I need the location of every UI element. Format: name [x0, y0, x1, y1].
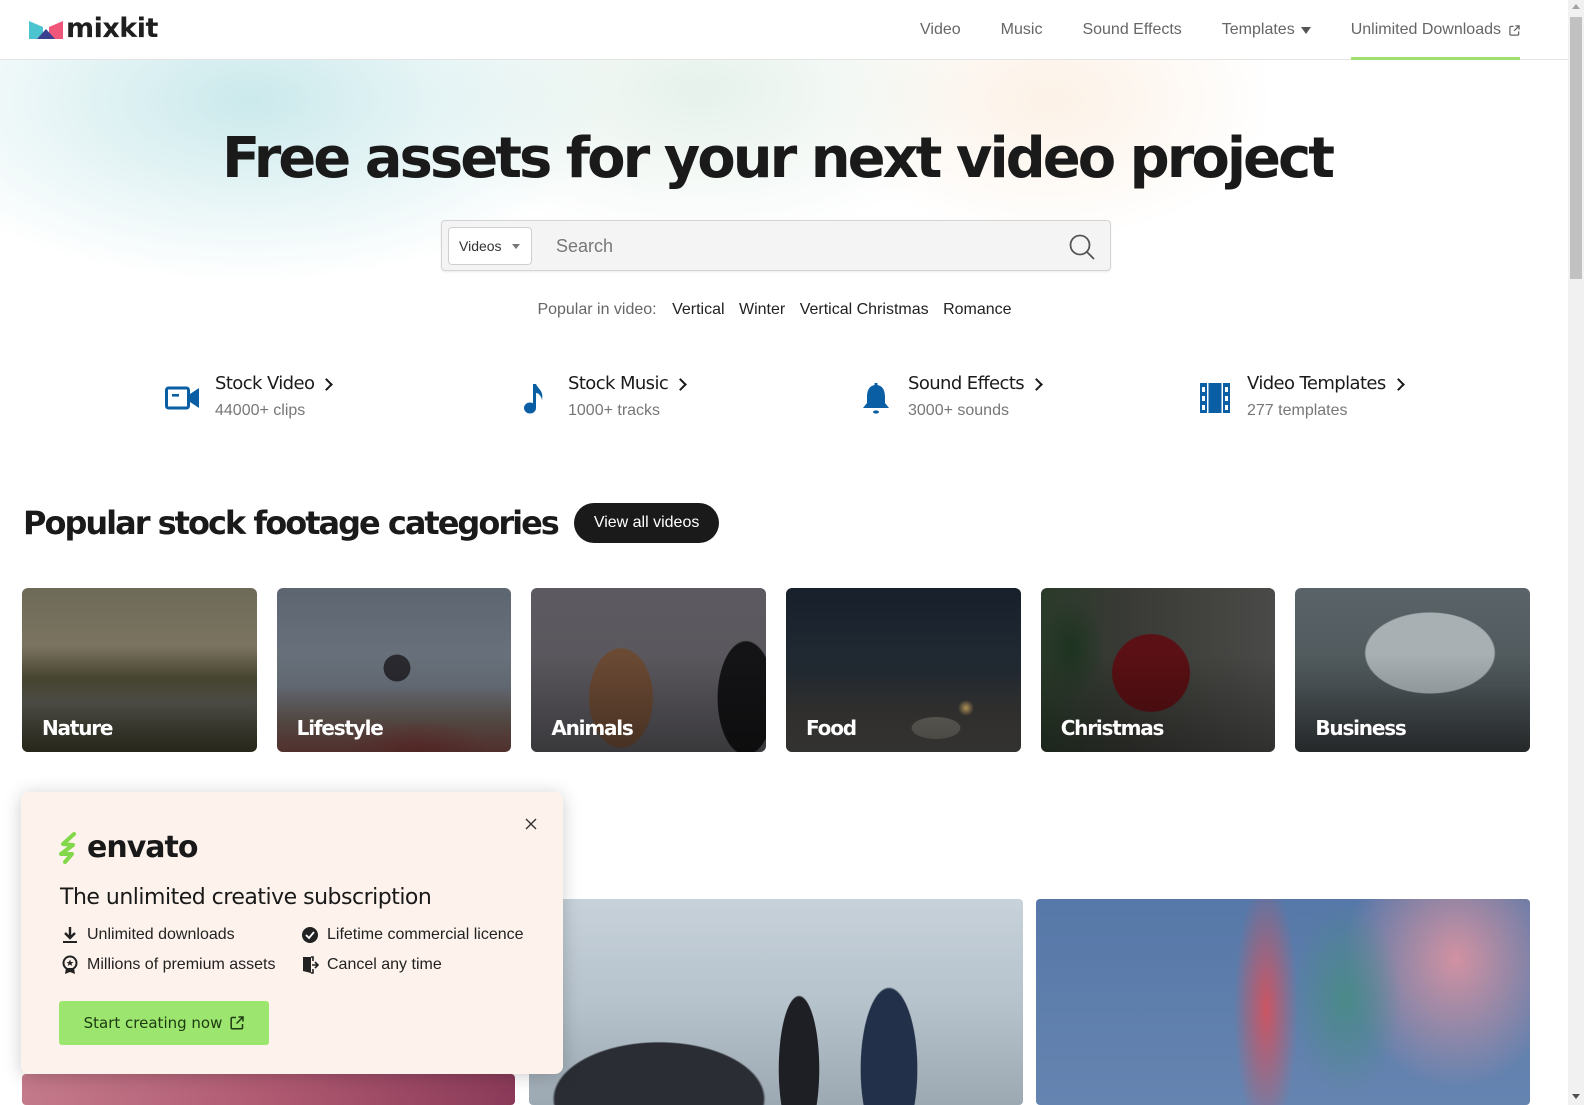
view-all-videos-button[interactable]: View all videos — [573, 503, 720, 543]
download-icon — [63, 927, 77, 943]
site-header: mixkit Video Music Sound Effects Templat… — [0, 0, 1568, 60]
asset-subtitle: 1000+ tracks — [568, 402, 661, 419]
popular-searches: Popular in video: Vertical Winter Vertic… — [0, 301, 1554, 319]
search-bar: Videos — [441, 220, 1111, 271]
video-camera-icon — [165, 386, 199, 410]
main-nav: Video Music Sound Effects Templates Unli… — [880, 0, 1521, 60]
video-thumbnail[interactable] — [529, 899, 1023, 1105]
logo-text: mixkit — [66, 13, 158, 44]
popular-tag[interactable]: Romance — [943, 301, 1011, 318]
promo-feature-label: Unlimited downloads — [87, 926, 235, 943]
search-icon[interactable] — [1068, 233, 1096, 261]
nav-unlimited-downloads[interactable]: Unlimited Downloads — [1350, 0, 1521, 60]
nav-templates-label: Templates — [1221, 21, 1295, 38]
scroll-thumb[interactable] — [1570, 17, 1582, 279]
external-link-icon — [1509, 24, 1520, 36]
start-creating-label: Start creating now — [83, 1014, 223, 1032]
categories-title: Popular stock footage categories — [23, 504, 560, 542]
asset-stock-video[interactable]: Stock Video 44000+ clips — [165, 372, 334, 420]
envato-leaf-icon — [59, 831, 76, 864]
hero-title: Free assets for your next video project — [222, 126, 1335, 191]
envato-promo-popup: envato The unlimited creative subscripti… — [21, 792, 563, 1074]
envato-brand-text: envato — [87, 830, 198, 865]
asset-title: Sound Effects — [908, 372, 1043, 396]
asset-stock-music[interactable]: Stock Music 1000+ tracks — [518, 372, 688, 420]
popular-tag[interactable]: Vertical Christmas — [800, 301, 929, 318]
category-label: Food — [806, 716, 857, 740]
asset-title: Video Templates — [1247, 372, 1405, 396]
bell-icon — [863, 383, 889, 414]
asset-sound-effects[interactable]: Sound Effects 3000+ sounds — [858, 372, 1043, 420]
category-label: Christmas — [1060, 716, 1165, 740]
nav-video-label: Video — [920, 21, 961, 38]
asset-subtitle: 3000+ sounds — [908, 402, 1009, 419]
music-note-icon — [524, 384, 543, 414]
chevron-right-icon — [674, 377, 688, 391]
envato-logo: envato — [59, 830, 198, 865]
category-label: Business — [1315, 716, 1406, 740]
promo-feature: Unlimited downloads — [61, 925, 301, 945]
promo-features: Unlimited downloads Lifetime commercial … — [61, 925, 541, 975]
nav-templates[interactable]: Templates — [1222, 0, 1311, 60]
category-label: Lifestyle — [296, 716, 384, 740]
promo-feature: Lifetime commercial licence — [301, 925, 541, 945]
video-thumbnail[interactable] — [22, 1074, 515, 1105]
exit-door-icon — [303, 956, 319, 974]
chevron-right-icon — [1030, 377, 1043, 391]
asset-subtitle: 44000+ clips — [215, 402, 306, 419]
scroll-up-arrow-icon[interactable] — [1572, 4, 1580, 9]
close-icon[interactable] — [523, 816, 539, 832]
nav-sound-effects-label: Sound Effects — [1082, 21, 1182, 38]
category-grid: Nature Lifestyle Animals Food Christmas … — [22, 588, 1531, 752]
chevron-right-icon — [1391, 377, 1405, 391]
categories-header: Popular stock footage categories View al… — [23, 503, 720, 543]
promo-title: The unlimited creative subscription — [60, 885, 432, 910]
asset-title: Stock Video — [215, 372, 334, 396]
check-badge-icon — [302, 927, 318, 943]
page-scrollbar[interactable] — [1568, 0, 1584, 1105]
nav-music-label: Music — [1000, 21, 1043, 38]
nav-unlimited-downloads-label: Unlimited Downloads — [1350, 21, 1501, 38]
asset-video-templates[interactable]: Video Templates 277 templates — [1197, 372, 1405, 420]
nav-music[interactable]: Music — [1001, 0, 1043, 60]
search-category-value: Videos — [459, 238, 502, 254]
caret-down-icon — [1300, 26, 1311, 34]
category-card-business[interactable]: Business — [1295, 588, 1531, 752]
film-strip-icon — [1200, 383, 1230, 413]
search-category-select[interactable]: Videos — [448, 227, 532, 265]
mixkit-logo[interactable]: mixkit — [29, 14, 158, 44]
asset-subtitle: 277 templates — [1247, 402, 1348, 419]
award-icon — [62, 955, 78, 974]
asset-types: Stock Video 44000+ clips Stock Music 100… — [0, 372, 1568, 432]
category-card-christmas[interactable]: Christmas — [1040, 588, 1276, 752]
popular-label: Popular in video: — [537, 301, 657, 318]
caret-down-icon — [511, 243, 520, 249]
category-card-food[interactable]: Food — [786, 588, 1021, 752]
category-label: Nature — [42, 716, 113, 740]
start-creating-button[interactable]: Start creating now — [59, 1001, 269, 1045]
external-link-icon — [230, 1016, 245, 1030]
category-card-lifestyle[interactable]: Lifestyle — [276, 588, 512, 752]
scroll-down-arrow-icon[interactable] — [1572, 1094, 1580, 1099]
popular-tag[interactable]: Winter — [739, 301, 785, 318]
nav-sound-effects[interactable]: Sound Effects — [1082, 0, 1181, 60]
mixkit-logo-icon — [29, 21, 63, 39]
category-card-nature[interactable]: Nature — [22, 588, 257, 752]
video-thumbnail[interactable] — [1036, 899, 1530, 1105]
promo-feature-label: Cancel any time — [327, 956, 442, 973]
nav-video[interactable]: Video — [920, 0, 961, 60]
promo-feature: Millions of premium assets — [61, 955, 301, 975]
promo-feature: Cancel any time — [301, 955, 541, 975]
promo-feature-label: Millions of premium assets — [87, 956, 276, 973]
search-input[interactable] — [542, 227, 1042, 265]
chevron-right-icon — [320, 377, 334, 391]
category-card-animals[interactable]: Animals — [531, 588, 767, 752]
promo-feature-label: Lifetime commercial licence — [327, 926, 524, 943]
category-label: Animals — [551, 716, 633, 740]
asset-title: Stock Music — [568, 372, 688, 396]
popular-tag[interactable]: Vertical — [672, 301, 724, 318]
